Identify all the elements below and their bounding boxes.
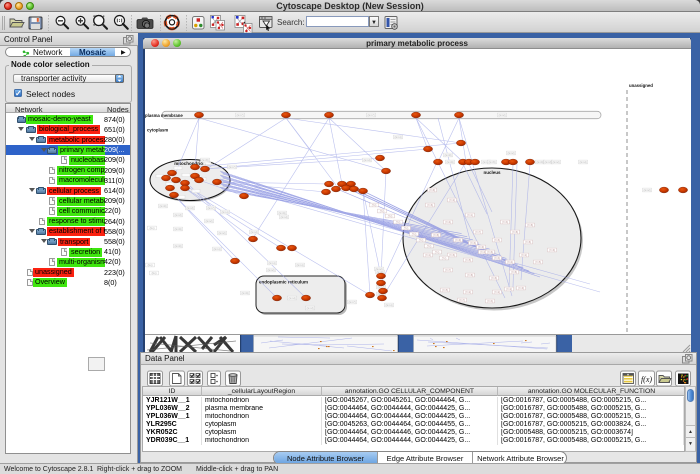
svg-text:cytoplasm: cytoplasm (147, 128, 168, 133)
svg-text:(Yn5): (Yn5) (535, 261, 541, 264)
svg-text:(Gm7): (Gm7) (236, 114, 243, 117)
svg-text:plasma membrane: plasma membrane (145, 113, 183, 118)
svg-text:(Yn2): (Yn2) (494, 291, 500, 294)
svg-text:(Yn2): (Yn2) (506, 288, 512, 291)
svg-text:(Gm7): (Gm7) (207, 207, 214, 210)
svg-text:(Gm3): (Gm3) (186, 207, 193, 210)
svg-text:(Gm2): (Gm2) (267, 269, 274, 272)
svg-text:(Gm2): (Gm2) (552, 161, 559, 164)
svg-text:(Yn6): (Yn6) (487, 251, 493, 254)
svg-text:(Yn2): (Yn2) (449, 199, 455, 202)
svg-text:(Yn2): (Yn2) (521, 254, 527, 257)
svg-text:(Yn7): (Yn7) (459, 299, 465, 302)
svg-text:(Yc): (Yc) (380, 210, 385, 213)
svg-text:(Gm7): (Gm7) (228, 166, 235, 169)
svg-text:(Yc): (Yc) (419, 239, 424, 242)
svg-text:(Yn6): (Yn6) (470, 242, 476, 245)
svg-text:(Gx): (Gx) (152, 272, 157, 275)
svg-text:(Yn2): (Yn2) (465, 291, 471, 294)
svg-text:(Yn5): (Yn5) (442, 289, 448, 292)
svg-text:(Yc): (Yc) (372, 204, 377, 207)
svg-text:(Yc): (Yc) (427, 245, 432, 248)
svg-text:(Gm3): (Gm3) (174, 214, 181, 217)
svg-text:(Yn8): (Yn8) (525, 241, 531, 244)
svg-text:(Yn4): (Yn4) (480, 251, 486, 254)
svg-text:(Gm7): (Gm7) (367, 114, 374, 117)
svg-text:(Gm1): (Gm1) (213, 248, 220, 251)
svg-text:(Gm4): (Gm4) (579, 161, 586, 164)
svg-text:(Gm2): (Gm2) (205, 220, 212, 223)
svg-text:(Gm1): (Gm1) (268, 262, 275, 265)
svg-text:(Yn8): (Yn8) (527, 224, 533, 227)
svg-text:(Yn9): (Yn9) (518, 287, 524, 290)
svg-text:(Yn9): (Yn9) (455, 239, 461, 242)
svg-text:(Yc): (Yc) (442, 257, 447, 260)
svg-text:(Gm9): (Gm9) (241, 292, 248, 295)
svg-text:(Yn7): (Yn7) (475, 231, 481, 234)
svg-text:(Gm9): (Gm9) (174, 228, 181, 231)
svg-text:(Gm2): (Gm2) (218, 232, 225, 235)
svg-text:(Gm2): (Gm2) (507, 152, 514, 155)
svg-text:(Gm9): (Gm9) (536, 161, 543, 164)
svg-text:(Yn6): (Yn6) (427, 204, 433, 207)
svg-text:(Gm3): (Gm3) (306, 307, 313, 310)
svg-text:(Yn7): (Yn7) (445, 269, 451, 272)
svg-text:(Yn9): (Yn9) (478, 246, 484, 249)
svg-text:(Yc): (Yc) (388, 215, 393, 218)
svg-text:(Yc): (Yc) (396, 221, 401, 224)
svg-text:(Yn3): (Yn3) (494, 257, 500, 260)
svg-text:(Yc): (Yc) (435, 251, 440, 254)
svg-text:(Yn4): (Yn4) (507, 261, 513, 264)
svg-text:(Gm1): (Gm1) (221, 211, 228, 214)
svg-text:(Yc): (Yc) (404, 227, 409, 230)
svg-text:(Gm4): (Gm4) (250, 231, 257, 234)
svg-text:(Gm6): (Gm6) (174, 245, 181, 248)
svg-text:(Gm2): (Gm2) (643, 189, 650, 192)
svg-text:(Gx): (Gx) (150, 227, 155, 230)
svg-text:(Gm7): (Gm7) (348, 301, 355, 304)
svg-text:(Yn1): (Yn1) (425, 254, 431, 257)
svg-text:(Yn8): (Yn8) (512, 231, 518, 234)
svg-text:(Gm1): (Gm1) (296, 264, 303, 267)
svg-text:(Yc): (Yc) (412, 233, 417, 236)
svg-text:(Yn8): (Yn8) (511, 271, 517, 274)
svg-text:endoplasmic reticulum: endoplasmic reticulum (259, 280, 308, 285)
svg-text:(Gm3): (Gm3) (544, 161, 551, 164)
svg-text:(Yn6): (Yn6) (494, 239, 500, 242)
svg-text:(Gm2): (Gm2) (498, 114, 505, 117)
svg-text:(Yn3): (Yn3) (502, 221, 508, 224)
svg-text:(Yn5): (Yn5) (465, 259, 471, 262)
svg-text:unassigned: unassigned (629, 83, 653, 88)
svg-text:(Yn3): (Yn3) (487, 300, 493, 303)
svg-text:nucleus: nucleus (483, 170, 501, 175)
svg-text:f(x): f(x) (641, 375, 652, 384)
svg-text:(Yn8): (Yn8) (467, 274, 473, 277)
svg-text:(Yn8): (Yn8) (433, 234, 439, 237)
svg-text:(Gm1): (Gm1) (385, 304, 392, 307)
svg-text:(Gm9): (Gm9) (278, 212, 285, 215)
svg-text:(Yn4): (Yn4) (445, 221, 451, 224)
svg-text:(Gm9): (Gm9) (446, 161, 453, 164)
svg-text:(Yn1): (Yn1) (467, 214, 473, 217)
svg-text:(Yn9): (Yn9) (549, 249, 555, 252)
svg-text:(Gm6): (Gm6) (159, 205, 166, 208)
svg-text:(Yn6): (Yn6) (449, 254, 455, 257)
svg-text:(Gm4): (Gm4) (288, 297, 295, 300)
svg-text:(Gm5): (Gm5) (201, 159, 208, 162)
svg-text:(Gm4): (Gm4) (363, 159, 370, 162)
svg-text:(Gm5): (Gm5) (488, 161, 495, 164)
svg-text:(Yn6): (Yn6) (491, 277, 497, 280)
svg-text:(Yn9): (Yn9) (429, 189, 435, 192)
svg-text:(Gm6): (Gm6) (444, 154, 451, 157)
svg-text:(Gm1): (Gm1) (394, 136, 401, 139)
svg-text:(Gx): (Gx) (148, 264, 153, 267)
svg-text:(Gm4): (Gm4) (280, 216, 287, 219)
